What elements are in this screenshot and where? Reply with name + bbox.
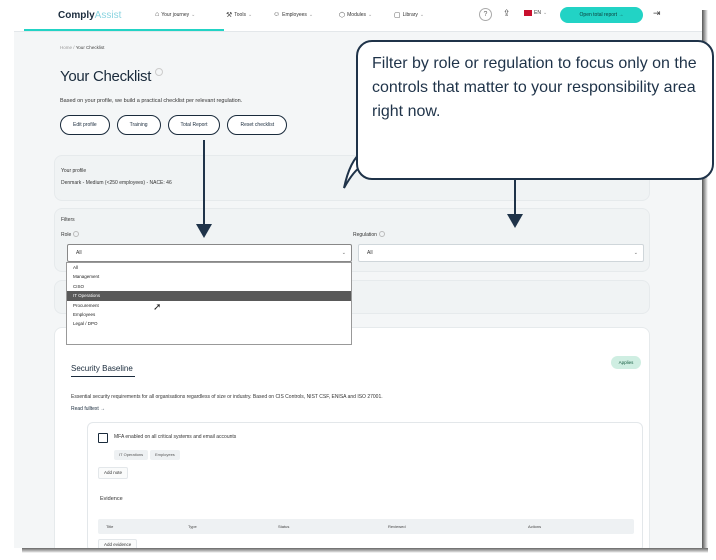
role-option-all[interactable]: All: [67, 263, 351, 272]
control-checkbox[interactable]: [98, 433, 108, 443]
total-report-button[interactable]: Total Report: [167, 115, 221, 135]
applies-badge: Applies: [611, 356, 641, 369]
language-label: EN: [534, 10, 541, 16]
regulation-select[interactable]: All ⌄: [358, 244, 644, 262]
chevron-down-icon: ⌄: [191, 11, 196, 18]
arrow-down-role-icon: [196, 140, 212, 238]
add-evidence-button[interactable]: Add evidence: [98, 539, 138, 548]
users-icon: ☺: [273, 11, 281, 18]
breadcrumb-current: Your Checklist: [75, 45, 105, 50]
nav-label: Employees: [282, 11, 307, 18]
training-button[interactable]: Training: [116, 115, 161, 135]
logout-icon[interactable]: ⇥: [653, 8, 661, 19]
baseline-title[interactable]: Security Baseline: [71, 364, 133, 373]
filters-heading: Filters: [61, 217, 75, 223]
chevron-down-icon: ⌄: [368, 12, 373, 18]
column-type: Type: [188, 524, 197, 529]
chevron-down-icon: ⌄: [341, 250, 346, 256]
title-underline: [71, 376, 135, 377]
read-fulltext-link[interactable]: Read fulltext →: [71, 406, 105, 412]
breadcrumb: Home / Your Checklist: [60, 45, 104, 50]
chevron-down-icon: ⌄: [419, 12, 425, 18]
shield-icon: ⬡: [339, 12, 346, 19]
nav-modules[interactable]: ⬡ Modules ⌄: [339, 11, 372, 19]
breadcrumb-separator: /: [73, 45, 75, 50]
control-text: MFA enabled on all critical systems and …: [114, 434, 237, 440]
role-select-value: All: [76, 250, 82, 256]
chevron-down-icon: ⌄: [633, 250, 638, 256]
evidence-label: Evidence: [100, 496, 123, 502]
flag-icon: [524, 10, 532, 16]
chevron-down-icon: ⌄: [542, 10, 548, 16]
logo-main: Comply: [58, 10, 95, 21]
mouse-cursor-icon: ➚: [153, 302, 162, 313]
app-logo[interactable]: ComplyAssist: [58, 10, 121, 21]
regulation-label-text: Regulation: [353, 232, 377, 238]
control-card: MFA enabled on all critical systems and …: [87, 422, 643, 548]
breadcrumb-home[interactable]: Home: [60, 45, 72, 50]
role-label-text: Role: [61, 232, 72, 238]
security-baseline-card: Security Baseline Applies Essential secu…: [54, 327, 650, 548]
role-option-ciso[interactable]: CISO: [67, 282, 351, 291]
open-total-report-button[interactable]: Open total report →: [560, 7, 643, 23]
role-option-employees[interactable]: Employees: [67, 310, 351, 319]
info-icon[interactable]: [73, 231, 80, 237]
info-icon[interactable]: [155, 68, 164, 76]
upload-icon[interactable]: ⇪: [503, 8, 511, 19]
info-icon[interactable]: [378, 231, 385, 237]
top-navigation: ComplyAssist ⌂ Your journey ⌄ ⚒ Tools ⌄ …: [14, 0, 702, 32]
nav-accent-line: [24, 29, 224, 31]
role-select[interactable]: All ⌄: [67, 244, 352, 262]
logo-accent: Assist: [94, 10, 122, 21]
nav-your-journey[interactable]: ⌂ Your journey ⌄: [155, 11, 195, 18]
edit-profile-button[interactable]: Edit profile: [60, 115, 110, 135]
nav-label: Library: [402, 12, 418, 18]
arrow-down-regulation-icon: [507, 178, 523, 228]
add-note-button[interactable]: Add note: [98, 467, 129, 479]
page-subtitle: Based on your profile, we build a practi…: [60, 98, 243, 104]
wrench-icon: ⚒: [226, 12, 233, 19]
screen-shadow-bottom: [22, 548, 708, 553]
callout-text: Filter by role or regulation to focus on…: [372, 55, 697, 120]
role-dropdown-list: All Management CISO IT Operations Procur…: [66, 262, 352, 345]
role-option-legal-dpo[interactable]: Legal / DPO: [67, 319, 351, 328]
nav-label: Your journey: [161, 11, 190, 18]
role-label: Role: [61, 231, 80, 238]
regulation-label: Regulation: [353, 231, 385, 238]
nav-label: Tools: [234, 12, 246, 18]
nav-library[interactable]: ▢ Library ⌄: [394, 11, 424, 19]
reset-checklist-button[interactable]: Reset checklist: [227, 115, 288, 135]
help-button[interactable]: ?: [479, 8, 492, 21]
home-icon: ⌂: [155, 11, 160, 18]
baseline-description: Essential security requirements for all …: [71, 394, 383, 400]
profile-label: Your profile: [61, 168, 87, 174]
column-title: Title: [106, 524, 114, 529]
page-title-text: Your Checklist: [60, 68, 152, 85]
column-actions: Actions: [528, 524, 542, 529]
tooltip-callout: Filter by role or regulation to focus on…: [356, 40, 714, 180]
nav-tools[interactable]: ⚒ Tools ⌄: [226, 11, 252, 19]
chevron-down-icon: ⌄: [247, 12, 253, 18]
column-status: Status: [278, 524, 290, 529]
nav-employees[interactable]: ☺ Employees ⌄: [273, 11, 313, 18]
column-reviewed: Reviewed: [388, 524, 406, 529]
regulation-select-value: All: [367, 250, 373, 256]
chevron-down-icon: ⌄: [308, 11, 314, 18]
page-title: Your Checklist: [60, 68, 164, 85]
profile-value: Denmark - Medium (<250 employees) - NACE…: [61, 180, 172, 186]
action-buttons: Edit profile Training Total Report Reset…: [60, 115, 288, 135]
role-option-it-operations[interactable]: IT Operations: [67, 291, 351, 301]
role-option-procurement[interactable]: Procurement: [67, 301, 351, 310]
role-option-management[interactable]: Management: [67, 272, 351, 281]
evidence-table-header: Title Type Status Reviewed Actions: [98, 519, 634, 534]
tag-employees: Employees: [150, 450, 180, 460]
book-icon: ▢: [394, 12, 401, 19]
tag-it-operations: IT Operations: [114, 450, 149, 460]
nav-label: Modules: [347, 12, 367, 18]
language-selector[interactable]: EN ⌄: [524, 10, 547, 16]
